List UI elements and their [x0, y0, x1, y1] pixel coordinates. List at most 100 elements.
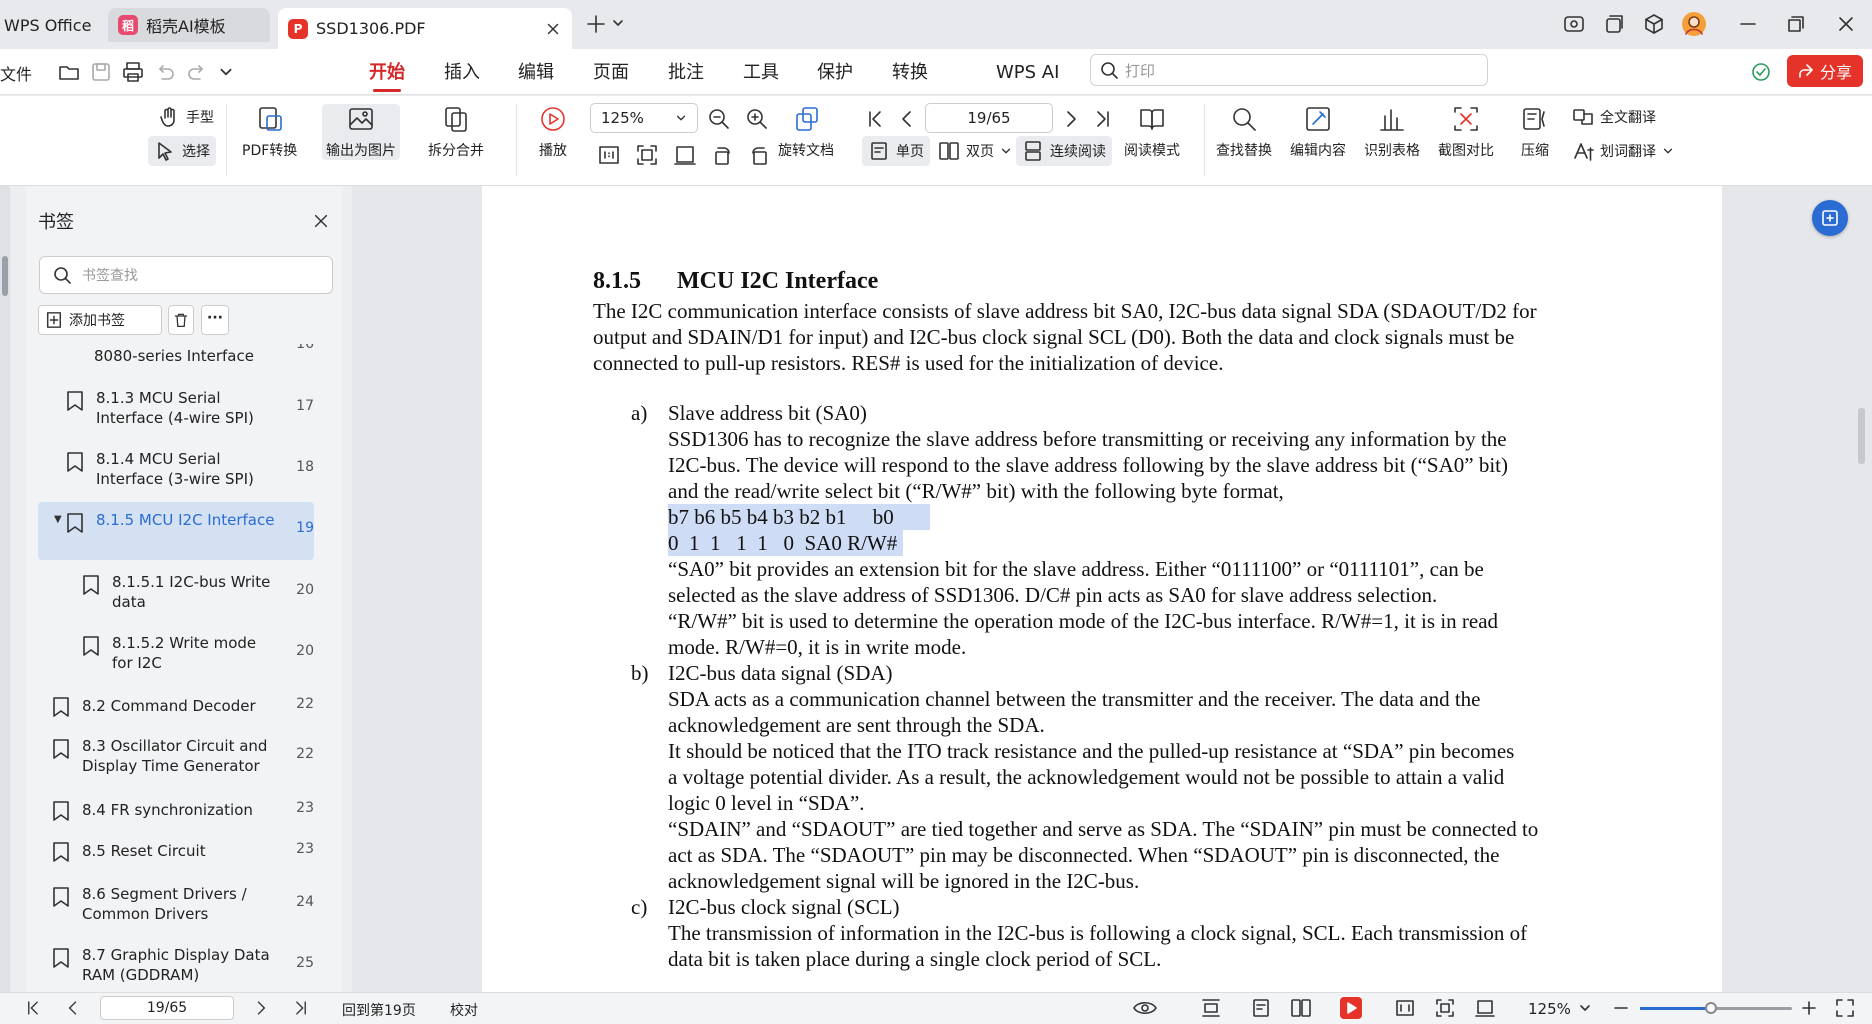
trash-icon[interactable] [168, 305, 194, 335]
continuous-view-icon[interactable] [1200, 997, 1222, 1019]
proofread-button[interactable]: 校对 [450, 1000, 478, 1020]
next-page-icon[interactable] [250, 997, 272, 1019]
rotate-left-icon[interactable] [710, 142, 736, 168]
tab-pdf-document[interactable]: P SSD1306.PDF [278, 8, 572, 49]
tab-page[interactable]: 页面 [593, 58, 629, 88]
bookmark-item[interactable]: 8080-series Interface 16 [38, 344, 314, 366]
zoom-out-icon[interactable] [706, 106, 732, 132]
play-button[interactable]: 播放 [538, 104, 568, 160]
first-page-icon[interactable] [22, 997, 44, 1019]
bookmark-item[interactable]: 8.1.4 MCU Serial Interface (3-wire SPI) … [66, 449, 314, 489]
document-scrollbar[interactable] [1858, 408, 1865, 464]
find-replace-button[interactable]: 查找替换 [1216, 104, 1272, 160]
bookmark-search-input[interactable]: 书签查找 [39, 256, 333, 294]
fullscreen-icon[interactable] [1834, 997, 1856, 1019]
tab-convert[interactable]: 转换 [892, 58, 928, 88]
bookmark-item[interactable]: 8.6 Segment Drivers / Common Drivers 24 [52, 884, 314, 924]
rotate-right-icon[interactable] [746, 142, 772, 168]
tab-protect[interactable]: 保护 [817, 58, 853, 88]
open-folder-icon[interactable] [58, 61, 80, 83]
page-number-input[interactable]: 19/65 [925, 103, 1053, 133]
last-page-icon[interactable] [290, 997, 312, 1019]
save-icon[interactable] [90, 61, 112, 83]
zoom-select[interactable]: 125% [590, 103, 698, 133]
new-tab-icon[interactable] [584, 12, 608, 36]
selected-bit-format-line[interactable]: b7 b6 b5 b4 b3 b2 b1 b0 [668, 504, 930, 531]
tab-wps-ai[interactable]: WPS AI [996, 58, 1059, 88]
fit-page-icon[interactable] [634, 142, 660, 168]
fit-width-icon[interactable] [1394, 997, 1416, 1019]
next-page-icon[interactable] [1058, 106, 1084, 132]
multi-window-icon[interactable] [1602, 12, 1626, 36]
word-translate-button[interactable]: 划词翻译 [1566, 136, 1680, 166]
cube-icon[interactable] [1642, 12, 1666, 36]
tab-edit[interactable]: 编辑 [518, 58, 554, 88]
screenshot-icon[interactable] [1562, 12, 1586, 36]
undo-icon[interactable] [154, 61, 176, 83]
double-page-view-icon[interactable] [1290, 997, 1312, 1019]
bookmark-item[interactable]: 8.5 Reset Circuit 23 [52, 839, 314, 862]
recognize-table-button[interactable]: 识别表格 [1364, 104, 1420, 160]
actual-size-icon[interactable] [1474, 997, 1496, 1019]
minimize-icon[interactable] [1736, 12, 1760, 36]
bookmark-item-active[interactable]: ▼ 8.1.5 MCU I2C Interface 19 [38, 502, 314, 560]
single-page-button[interactable]: 单页 [862, 136, 930, 166]
eye-icon[interactable] [1132, 997, 1158, 1019]
split-merge-button[interactable]: 拆分合并 [428, 104, 484, 160]
double-page-button[interactable]: 双页 [932, 136, 1018, 166]
compress-button[interactable]: 压缩 [1520, 104, 1550, 160]
last-page-icon[interactable] [1090, 106, 1116, 132]
tab-annotate[interactable]: 批注 [668, 58, 704, 88]
previous-page-icon[interactable] [62, 997, 84, 1019]
fit-page-icon[interactable] [1434, 997, 1456, 1019]
back-to-page-link[interactable]: 回到第19页 [342, 1000, 416, 1020]
add-bookmark-button[interactable]: 添加书签 [38, 305, 162, 335]
tab-insert[interactable]: 插入 [444, 58, 480, 88]
tab-wps-office[interactable]: WPS Office [0, 8, 104, 42]
bookmark-item[interactable]: 8.4 FR synchronization 23 [52, 798, 314, 821]
more-options-button[interactable]: ··· [201, 305, 229, 335]
full-translate-button[interactable]: 全文翻译 [1566, 102, 1662, 132]
tab-ai-template[interactable]: 稻 稻壳AI模板 [108, 8, 270, 42]
actual-size-icon[interactable] [596, 142, 622, 168]
chevron-down-icon[interactable] [218, 61, 234, 83]
print-icon[interactable] [122, 61, 144, 83]
play-icon[interactable] [1340, 997, 1362, 1019]
chevron-down-icon[interactable] [1578, 997, 1592, 1019]
close-window-icon[interactable] [1834, 12, 1858, 36]
hand-tool-button[interactable]: 手型 [152, 102, 220, 132]
close-tab-icon[interactable] [544, 20, 562, 38]
selected-bit-value-line[interactable]: 0 1 1 1 1 0 SA0 R/W# [668, 530, 904, 557]
tab-tools[interactable]: 工具 [743, 58, 779, 88]
search-input[interactable]: 打印 [1090, 54, 1488, 86]
redo-icon[interactable] [186, 61, 208, 83]
status-zoom-value[interactable]: 125% [1528, 1000, 1571, 1018]
reading-mode-button[interactable]: 阅读模式 [1124, 104, 1180, 160]
bookmark-item[interactable]: 8.2 Command Decoder 22 [52, 694, 314, 717]
select-tool-button[interactable]: 选择 [148, 136, 216, 166]
status-page-input[interactable]: 19/65 [100, 996, 234, 1020]
restore-icon[interactable] [1784, 12, 1808, 36]
single-page-view-icon[interactable] [1250, 997, 1272, 1019]
zoom-in-icon[interactable] [744, 106, 770, 132]
zoom-in-icon[interactable] [1798, 997, 1820, 1019]
export-image-button[interactable]: 输出为图片 [322, 104, 400, 160]
edit-content-button[interactable]: 编辑内容 [1290, 104, 1346, 160]
close-icon[interactable] [312, 212, 330, 230]
first-page-icon[interactable] [862, 106, 888, 132]
zoom-out-icon[interactable] [1610, 997, 1632, 1019]
sync-check-icon[interactable] [1750, 61, 1772, 83]
file-menu[interactable]: 文件 [0, 61, 32, 85]
previous-page-icon[interactable] [894, 106, 920, 132]
rotate-document-button[interactable]: 旋转文档 [778, 104, 834, 160]
fit-width-icon[interactable] [672, 142, 698, 168]
bookmark-item[interactable]: 8.1.3 MCU Serial Interface (4-wire SPI) … [66, 388, 314, 428]
continuous-reading-button[interactable]: 连续阅读 [1016, 136, 1112, 166]
tab-home[interactable]: 开始 [369, 58, 405, 92]
floating-tools-button[interactable] [1812, 200, 1848, 236]
share-button[interactable]: 分享 [1787, 55, 1863, 87]
bookmark-item[interactable]: 8.3 Oscillator Circuit and Display Time … [52, 736, 314, 776]
bookmark-item[interactable]: 8.7 Graphic Display Data RAM (GDDRAM) 25 [52, 945, 314, 985]
bookmark-item[interactable]: 8.1.5.2 Write mode for I2C 20 [82, 633, 314, 673]
chevron-down-icon[interactable] [611, 16, 625, 30]
